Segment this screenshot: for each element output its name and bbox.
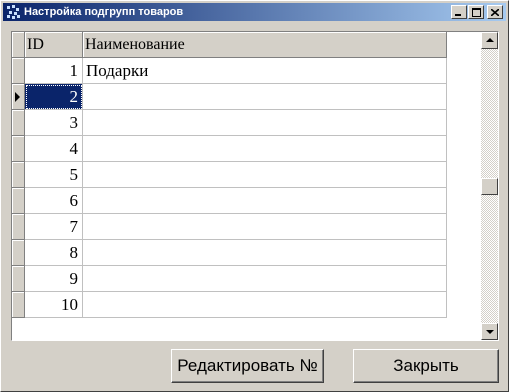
scroll-down-button[interactable]: [481, 323, 498, 340]
cell-name[interactable]: [83, 110, 447, 136]
row-indicator[interactable]: [12, 136, 25, 162]
window-controls: [450, 5, 503, 19]
row-indicator[interactable]: [12, 240, 25, 266]
close-dialog-button[interactable]: Закрыть: [353, 349, 499, 383]
scroll-up-button[interactable]: [481, 32, 498, 49]
grid-body: ID Наименование 1 Подарки 2 3 4 5 6 7 8 …: [12, 32, 481, 340]
cell-id[interactable]: 3: [25, 110, 83, 136]
cell-name[interactable]: [83, 292, 447, 318]
row-indicator[interactable]: [12, 58, 25, 84]
cell-id[interactable]: 2: [25, 84, 83, 110]
cell-name[interactable]: [83, 240, 447, 266]
cell-name[interactable]: Подарки: [83, 58, 447, 84]
cell-name[interactable]: [83, 162, 447, 188]
row-indicator[interactable]: [12, 292, 25, 318]
column-header-name[interactable]: Наименование: [83, 32, 447, 58]
table-row[interactable]: 9: [12, 266, 447, 292]
row-pointer-icon: [15, 92, 20, 102]
row-indicator[interactable]: [12, 188, 25, 214]
scroll-down-icon: [486, 330, 494, 334]
cell-name[interactable]: [83, 136, 447, 162]
table-row[interactable]: 6: [12, 188, 447, 214]
scroll-up-icon: [486, 38, 494, 42]
title-bar[interactable]: Настройка подгрупп товаров: [3, 3, 506, 21]
cell-id[interactable]: 8: [25, 240, 83, 266]
window-title: Настройка подгрупп товаров: [24, 6, 184, 18]
header-indicator: [12, 32, 25, 58]
row-indicator[interactable]: [12, 84, 25, 110]
edit-number-button[interactable]: Редактировать №: [171, 349, 324, 383]
cell-id[interactable]: 6: [25, 188, 83, 214]
cell-name[interactable]: [83, 188, 447, 214]
minimize-icon: [455, 13, 461, 16]
cell-name[interactable]: [83, 214, 447, 240]
cell-id[interactable]: 1: [25, 58, 83, 84]
maximize-icon: [471, 7, 481, 17]
cell-id[interactable]: 9: [25, 266, 83, 292]
cell-name[interactable]: [83, 84, 447, 110]
table-row[interactable]: 4: [12, 136, 447, 162]
minimize-button[interactable]: [451, 5, 467, 19]
table-row[interactable]: 8: [12, 240, 447, 266]
column-header-id[interactable]: ID: [25, 32, 83, 58]
table-row[interactable]: 1 Подарки: [12, 58, 447, 84]
cell-id[interactable]: 5: [25, 162, 83, 188]
cell-id[interactable]: 10: [25, 292, 83, 318]
cell-name[interactable]: [83, 266, 447, 292]
grid-header: ID Наименование: [12, 32, 447, 58]
table-row[interactable]: 3: [12, 110, 447, 136]
vertical-scrollbar[interactable]: [481, 32, 498, 340]
row-indicator[interactable]: [12, 162, 25, 188]
maximize-button[interactable]: [468, 5, 484, 19]
table-row[interactable]: 5: [12, 162, 447, 188]
table-row[interactable]: 7: [12, 214, 447, 240]
close-button[interactable]: [487, 5, 503, 19]
row-indicator[interactable]: [12, 266, 25, 292]
subgroups-grid[interactable]: ID Наименование 1 Подарки 2 3 4 5 6 7 8 …: [11, 31, 499, 341]
table-row[interactable]: 10: [12, 292, 447, 318]
cell-id[interactable]: 4: [25, 136, 83, 162]
dialog-window: Настройка подгрупп товаров ID Наименован…: [0, 0, 509, 392]
scrollbar-thumb[interactable]: [481, 178, 498, 195]
row-indicator[interactable]: [12, 214, 25, 240]
close-icon: [491, 8, 499, 16]
row-indicator[interactable]: [12, 110, 25, 136]
app-icon: [6, 5, 20, 19]
cell-id[interactable]: 7: [25, 214, 83, 240]
table-row-selected[interactable]: 2: [12, 84, 447, 110]
